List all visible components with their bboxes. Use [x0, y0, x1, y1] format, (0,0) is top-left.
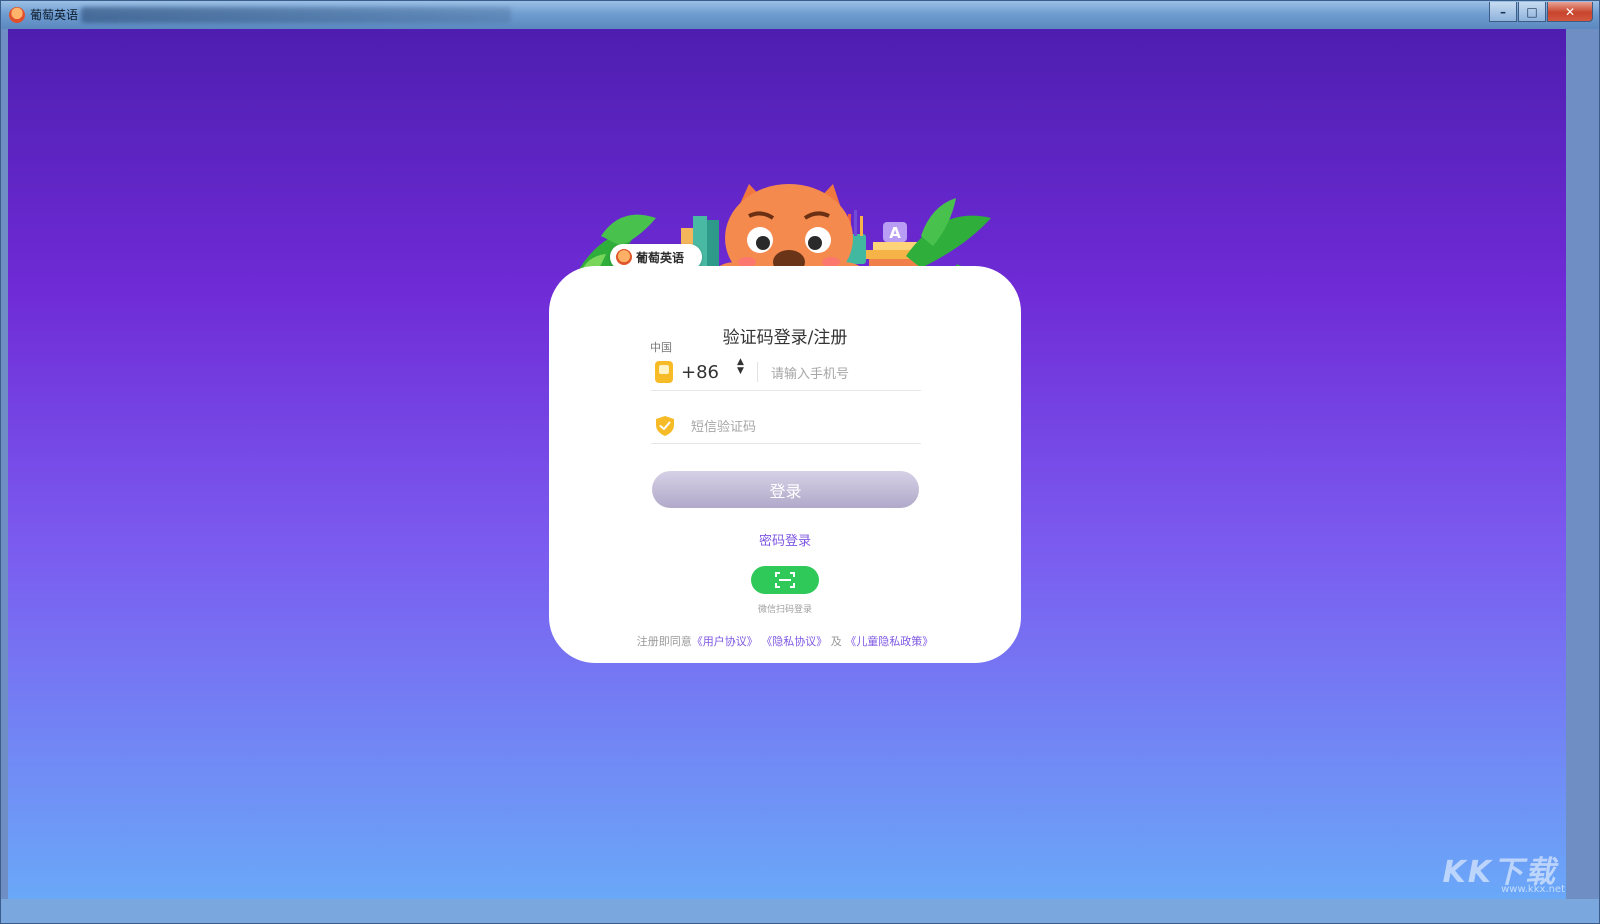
pencil-2	[854, 210, 857, 236]
blurred-tabs-area	[81, 7, 511, 23]
letter-a-glyph: A	[889, 224, 901, 242]
watermark-url: www.kkx.net	[1501, 884, 1565, 895]
sms-field-row	[651, 409, 921, 444]
brand-name: 葡萄英语	[636, 250, 685, 265]
title-bar[interactable]: 葡萄英语 – □ ✕	[1, 1, 1599, 29]
window-title: 葡萄英语	[30, 8, 79, 22]
login-card: 验证码登录/注册 中国 +86 ▲▼ 登录 密码登录 微信扫码登录	[549, 266, 1021, 663]
window-bottom-edge	[1, 899, 1599, 923]
wechat-login-button[interactable]	[751, 566, 819, 594]
agreement-prefix: 注册即同意	[636, 635, 692, 648]
chevron-updown-icon[interactable]: ▲ ▼	[737, 358, 744, 376]
phone-input[interactable]	[769, 362, 921, 386]
phone-icon	[655, 361, 673, 383]
country-code-selector[interactable]: +86	[681, 362, 719, 383]
child-privacy-link[interactable]: 《儿童隐私政策》	[845, 635, 933, 648]
phone-field-row: +86 ▲ ▼	[651, 356, 921, 391]
agreement-and: 及	[830, 635, 842, 648]
maximize-button[interactable]: □	[1518, 2, 1546, 22]
app-icon	[9, 7, 25, 23]
minimize-button[interactable]: –	[1489, 2, 1517, 22]
password-login-link[interactable]: 密码登录	[549, 530, 1021, 549]
mascot-pupil-left	[756, 236, 770, 250]
window-controls: – □ ✕	[1489, 2, 1593, 22]
shield-check-icon	[656, 416, 674, 436]
sms-code-input[interactable]	[689, 415, 913, 439]
app-window: 葡萄英语 – □ ✕ A 葡萄英语 验证码登录/注册 中国 +86 ▲ ▼ 请输…	[0, 0, 1600, 924]
pencil-3	[860, 216, 863, 236]
mascot-pupil-right	[808, 236, 822, 250]
agreement-text: 注册即同意《用户协议》 《隐私协议》 及 《儿童隐私政策》	[549, 633, 1021, 649]
country-label: 中国	[650, 341, 672, 354]
user-agreement-link[interactable]: 《用户协议》	[692, 635, 758, 648]
wechat-scan-icon	[775, 572, 795, 588]
leaf-right-1	[906, 215, 991, 268]
brand-logo-icon	[616, 249, 632, 265]
close-button[interactable]: ✕	[1547, 2, 1593, 22]
privacy-agreement-link[interactable]: 《隐私协议》	[761, 635, 827, 648]
field-divider	[757, 362, 758, 382]
login-title: 验证码登录/注册	[722, 328, 848, 348]
login-button[interactable]: 登录	[652, 471, 919, 508]
wechat-login-label: 微信扫码登录	[757, 605, 812, 615]
book-right-3	[873, 242, 917, 250]
book-left-2	[707, 220, 719, 271]
